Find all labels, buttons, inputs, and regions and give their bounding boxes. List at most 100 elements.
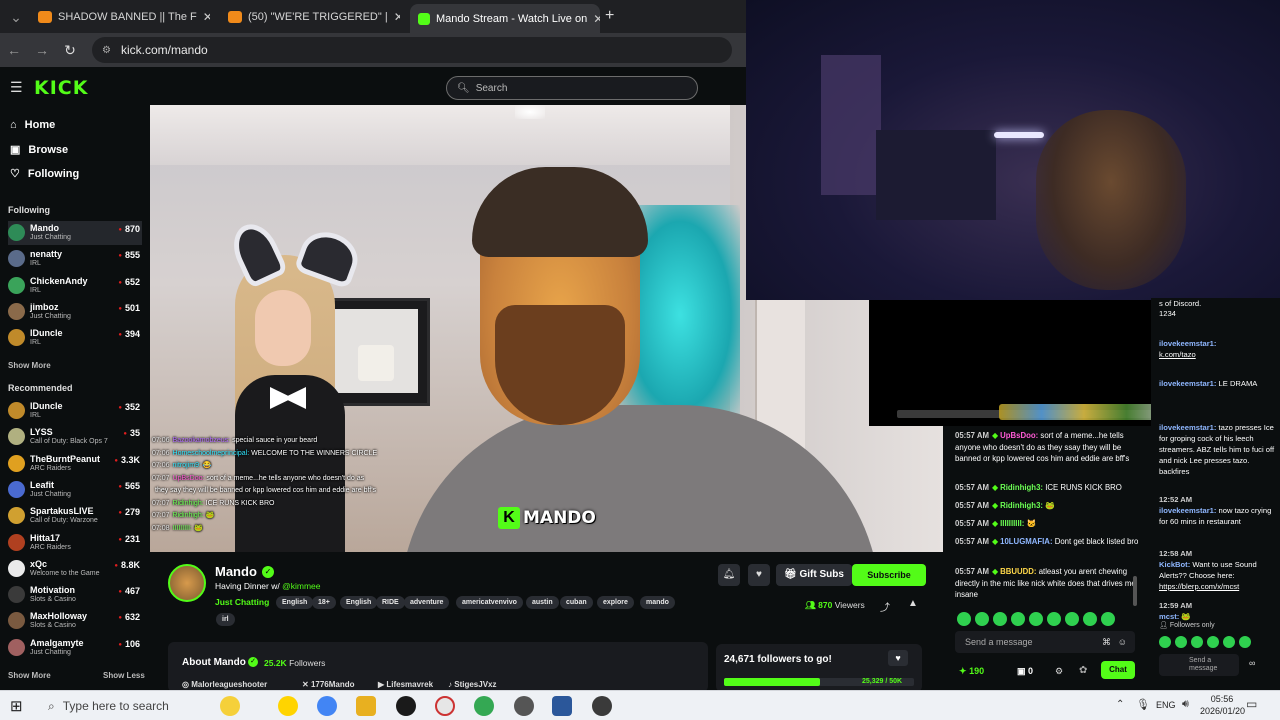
recommended-item-motivation[interactable]: MotivationSlots & Casino 467	[8, 583, 142, 607]
following-item-chickenandy[interactable]: ChickenAndyIRL 652	[8, 274, 142, 298]
search-input[interactable]: 🔍︎ Search	[446, 76, 698, 100]
tag-chip[interactable]: RIDE	[376, 596, 405, 609]
recommended-item-lduncle[interactable]: lDuncleIRL 352	[8, 399, 142, 423]
emote-icon[interactable]	[1175, 636, 1187, 648]
notification-bell-icon[interactable]: 🔔︎	[718, 564, 740, 586]
emote-icon[interactable]	[1101, 612, 1115, 626]
tray-chevron-icon[interactable]: ⌃	[1116, 699, 1124, 710]
recommended-item-maxholloway[interactable]: MaxHollowaySlots & Casino 632	[8, 609, 142, 633]
sidebar-item-browse[interactable]: ▣ Browse	[10, 143, 68, 157]
goal-heart-icon[interactable]: ♥	[888, 650, 908, 666]
share-icon[interactable]: ⤴	[880, 599, 890, 614]
social-link[interactable]: ✕ 1776Mando	[302, 680, 355, 689]
tab-search-icon[interactable]: ⌄	[2, 9, 30, 26]
browser-tab-1[interactable]: SHADOW BANNED || The F ✕	[30, 4, 210, 30]
emote-icon[interactable]	[1047, 612, 1061, 626]
tag-chip[interactable]: mando	[640, 596, 675, 609]
chat-username[interactable]: ilovekeemstar1:	[1159, 423, 1216, 432]
emote-icon[interactable]	[1191, 636, 1203, 648]
social-link[interactable]: ◎ Malorleagueshooter	[182, 680, 267, 689]
site-info-icon[interactable]: ⚙	[102, 45, 111, 56]
following-item-mando[interactable]: MandoJust Chatting 870	[8, 221, 142, 245]
emote-icon[interactable]	[957, 612, 971, 626]
browser-tab-3[interactable]: Mando Stream - Watch Live on ✕	[410, 4, 600, 33]
chat-username[interactable]: IIIIIIIIII:	[1000, 519, 1024, 528]
obs-icon[interactable]	[396, 696, 416, 716]
recommended-item-amalgamyte[interactable]: AmalgamyteJust Chatting 106	[8, 636, 142, 660]
file-explorer-icon[interactable]	[356, 696, 376, 716]
webcam-overlay[interactable]	[746, 0, 1280, 300]
recommended-item-hitta17[interactable]: Hitta17ARC Raiders 231	[8, 531, 142, 555]
clock[interactable]: 05:56 2026/01/20	[1200, 693, 1245, 717]
recommended-item-xqc[interactable]: xQcWelcome to the Game 8.8K	[8, 557, 142, 581]
streamer-name[interactable]: Mando	[215, 564, 257, 579]
back-icon[interactable]: ←	[0, 42, 28, 58]
settings-icon[interactable]	[514, 696, 534, 716]
avatar[interactable]	[168, 564, 206, 602]
side-chat-input[interactable]: Send a message	[1159, 654, 1239, 676]
chat-input[interactable]: Send a message ⌘ ☺	[955, 631, 1135, 653]
emote-icon[interactable]	[1159, 636, 1171, 648]
word-icon[interactable]	[552, 696, 572, 716]
gift-subs-button[interactable]: 🎁︎ Gift Subs	[776, 564, 852, 586]
chat-send-button[interactable]: Chat	[1101, 661, 1135, 679]
chat-scrollbar[interactable]	[1133, 576, 1137, 606]
following-item-nenatty[interactable]: nenattyIRL 855	[8, 247, 142, 271]
recommended-item-lyss[interactable]: LYSSCall of Duty: Black Ops 7 35	[8, 425, 142, 449]
recommended-item-leafit[interactable]: LeafitJust Chatting 565	[8, 478, 142, 502]
emote-icon[interactable]	[1207, 636, 1219, 648]
chat-username[interactable]: KickBot:	[1159, 560, 1190, 569]
tag-chip[interactable]: adventure	[404, 596, 450, 609]
chat-username[interactable]: Ridinhigh3:	[1000, 501, 1043, 510]
tag-chip[interactable]: americatvenvivo	[456, 596, 523, 609]
chat-username[interactable]: ilovekeemstar1:	[1159, 379, 1216, 388]
close-tab-icon[interactable]: ✕	[388, 10, 400, 24]
url-field[interactable]: ⚙ kick.com/mando	[92, 37, 732, 63]
app-icon[interactable]	[435, 696, 455, 716]
chat-username[interactable]: UpBsDoo:	[1000, 431, 1038, 440]
command-icon[interactable]: ⌘	[1102, 631, 1111, 653]
chat-settings-icon[interactable]: ⚙	[1055, 666, 1063, 677]
kicks-count[interactable]: ▣ 0	[1017, 666, 1033, 677]
sidebar-item-following[interactable]: ♡ Following	[10, 167, 79, 181]
show-more-following[interactable]: Show More	[8, 361, 51, 370]
chat-username[interactable]: ilovekeemstar1:	[1159, 339, 1216, 348]
report-icon[interactable]: ▲	[908, 598, 918, 609]
notification-icon[interactable]: ▭	[1246, 697, 1257, 711]
stream-category[interactable]: Just Chatting	[215, 597, 269, 607]
chat-link[interactable]: k.com/tazo	[1159, 350, 1196, 359]
emote-icon[interactable]	[1239, 636, 1251, 648]
tag-chip[interactable]: austin	[526, 596, 559, 609]
overlay-window[interactable]	[869, 300, 1196, 426]
reload-icon[interactable]: ↻	[56, 42, 84, 59]
chat-username[interactable]: 10LUGMAFIA:	[1000, 537, 1052, 546]
emoji-icon[interactable]: ☺	[1118, 631, 1127, 653]
social-link[interactable]: ♪ StigesJVxz	[448, 680, 496, 689]
chrome-icon[interactable]	[317, 696, 337, 716]
overlay-icon-strip[interactable]	[999, 404, 1169, 420]
tag-chip[interactable]: explore	[597, 596, 634, 609]
sidebar-item-home[interactable]: ⌂ Home	[10, 119, 55, 131]
kick-logo[interactable]: KICK	[34, 77, 88, 99]
emote-icon[interactable]	[1083, 612, 1097, 626]
forward-icon[interactable]: →	[28, 42, 56, 58]
emote-bar[interactable]	[957, 612, 1137, 626]
tag-chip[interactable]: irl	[216, 613, 235, 626]
chrome-profile-icon[interactable]	[474, 696, 494, 716]
windows-start-icon[interactable]: ⊞	[10, 697, 23, 715]
recommended-item-spartakuslive[interactable]: SpartakusLIVECall of Duty: Warzone 279	[8, 504, 142, 528]
volume-icon[interactable]: 🔊︎	[1182, 698, 1189, 711]
follow-heart-icon[interactable]: ♥	[748, 564, 770, 586]
subscribe-button[interactable]: Subscribe	[852, 564, 926, 586]
tag-chip[interactable]: English	[340, 596, 378, 609]
following-item-lduncle[interactable]: lDuncleIRL 394	[8, 326, 142, 350]
recommended-item-theburntpeanut[interactable]: TheBurntPeanutARC Raiders 3.3K	[8, 452, 142, 476]
microphone-icon[interactable]: 🎙︎	[1136, 698, 1150, 711]
emote-icon[interactable]	[975, 612, 989, 626]
emote-icon[interactable]	[1011, 612, 1025, 626]
close-tab-icon[interactable]: ✕	[197, 10, 210, 24]
chat-emote-settings-icon[interactable]: ✿	[1079, 665, 1087, 676]
chat-username[interactable]: ilovekeemstar1:	[1159, 506, 1216, 515]
search-highlight-icon[interactable]	[220, 696, 240, 716]
chat-username[interactable]: Ridinhigh3:	[1000, 483, 1043, 492]
